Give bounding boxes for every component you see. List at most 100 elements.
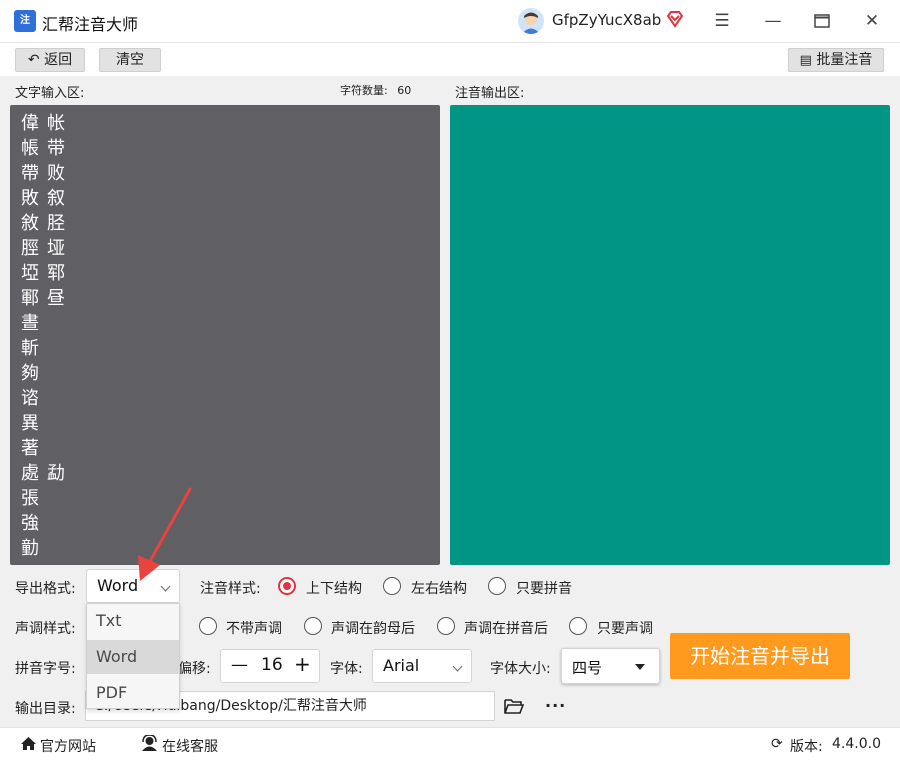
input-char: 強 — [21, 513, 39, 534]
radio-tone-only[interactable] — [569, 617, 587, 635]
input-char: 異 — [21, 413, 39, 434]
radio-pinyin-only-label: 只要拼音 — [516, 581, 572, 597]
offset-label: 偏移: — [178, 661, 211, 677]
input-char: 叙 — [47, 188, 65, 209]
font-value: Arial — [383, 656, 420, 675]
chevron-down-icon — [452, 661, 463, 672]
input-char: 勭 — [21, 538, 39, 559]
dropdown-arrow-icon — [635, 664, 645, 670]
input-char: 垭 — [47, 238, 65, 259]
menu-icon[interactable]: ☰ — [709, 8, 735, 34]
output-area-label: 注音输出区: — [455, 86, 525, 101]
font-size-select[interactable]: 四号 — [561, 648, 660, 684]
input-char: 帳 — [21, 138, 39, 159]
char-count-value: 60 — [397, 84, 412, 97]
input-char: 著 — [21, 438, 39, 459]
radio-top-bottom[interactable] — [278, 577, 296, 595]
input-char: 斬 — [21, 338, 39, 359]
official-website-link[interactable]: 官方网站 — [40, 736, 96, 756]
input-char: 埡 — [21, 263, 39, 284]
input-char: 偉 — [21, 113, 39, 134]
batch-annotate-label: 批量注音 — [816, 52, 873, 68]
version-label: 版本: — [790, 739, 823, 755]
minimize-icon[interactable]: — — [760, 8, 786, 34]
headset-icon — [142, 735, 157, 751]
clear-button[interactable]: 清空 — [99, 48, 161, 72]
radio-tone-after-final-label: 声调在韵母后 — [331, 621, 415, 637]
export-format-dropdown-list: Txt Word PDF — [86, 603, 180, 709]
input-char: 夠 — [21, 363, 39, 384]
export-option-txt[interactable]: Txt — [87, 604, 179, 638]
minus-icon[interactable]: — — [231, 655, 248, 675]
input-char: 敘 — [21, 213, 39, 234]
export-option-word[interactable]: Word — [87, 640, 179, 674]
refresh-icon[interactable]: ⟳ — [771, 736, 783, 752]
radio-left-right-label: 左右结构 — [411, 581, 467, 597]
input-char — [45, 411, 67, 436]
annotation-output-area[interactable] — [450, 105, 890, 565]
input-char: 郓 — [47, 263, 65, 284]
online-support-link[interactable]: 在线客服 — [162, 736, 218, 756]
font-size-value: 四号 — [572, 659, 603, 677]
radio-top-bottom-label: 上下结构 — [306, 581, 362, 597]
input-char: 敗 — [21, 188, 39, 209]
input-char: 胫 — [47, 213, 65, 234]
app-title: 汇帮注音大师 — [42, 15, 139, 34]
vip-diamond-icon[interactable] — [665, 9, 685, 29]
pinyin-size-label: 拼音字号: — [15, 661, 76, 677]
output-dir-label: 输出目录: — [15, 701, 76, 717]
folder-open-icon[interactable] — [504, 697, 524, 715]
home-icon — [21, 737, 36, 750]
char-count-label: 字符数量: — [340, 84, 388, 97]
radio-tone-only-label: 只要声调 — [597, 621, 653, 637]
radio-no-tone[interactable] — [199, 617, 217, 635]
input-char — [45, 486, 67, 511]
toolbar: ↶ 返回 清空 ▤ 批量注音 — [0, 42, 900, 76]
input-char: 败 — [47, 163, 65, 184]
avatar-icon — [522, 12, 540, 34]
tone-style-label: 声调样式: — [15, 621, 76, 637]
app-logo-icon: 注 — [14, 10, 36, 32]
input-char: 鄆 — [21, 288, 39, 309]
radio-no-tone-label: 不带声调 — [226, 621, 282, 637]
back-arrow-icon: ↶ — [27, 52, 40, 68]
close-icon[interactable]: ✕ — [859, 8, 885, 34]
offset-stepper[interactable]: — 16 + — [220, 649, 320, 683]
input-char — [45, 511, 67, 536]
input-char: 脛 — [21, 238, 39, 259]
text-column-2: 帐带败叙胫垭郓昼勐 — [45, 111, 67, 561]
font-select[interactable]: Arial — [372, 649, 472, 683]
annotation-arrow-icon — [138, 487, 192, 581]
plus-icon[interactable]: + — [294, 652, 311, 676]
input-char: 昼 — [47, 288, 65, 309]
input-char: 晝 — [21, 313, 39, 334]
document-icon: ▤ — [799, 53, 812, 68]
user-avatar[interactable] — [518, 8, 544, 34]
start-annotate-export-button[interactable]: 开始注音并导出 — [670, 633, 850, 679]
status-bar: 官方网站 在线客服 ⟳ 版本: 4.4.0.0 — [0, 727, 900, 760]
export-option-pdf[interactable]: PDF — [87, 676, 179, 710]
input-area-label: 文字输入区: — [15, 86, 85, 101]
batch-annotate-button[interactable]: ▤ 批量注音 — [788, 48, 884, 72]
offset-value: 16 — [261, 655, 283, 675]
input-char: 勐 — [47, 463, 65, 484]
radio-tone-after-final[interactable] — [304, 617, 322, 635]
radio-tone-after-pinyin[interactable] — [437, 617, 455, 635]
maximize-icon[interactable] — [809, 8, 835, 34]
input-char: 張 — [21, 488, 39, 509]
char-count: 字符数量: 60 — [340, 82, 411, 98]
input-char — [45, 386, 67, 411]
font-size-label: 字体大小: — [490, 661, 551, 677]
radio-pinyin-only[interactable] — [488, 577, 506, 595]
username[interactable]: GfpZyYucX8ab — [552, 11, 661, 29]
input-char — [45, 436, 67, 461]
radio-left-right[interactable] — [383, 577, 401, 595]
back-button[interactable]: ↶ 返回 — [15, 48, 85, 72]
version-value: 4.4.0.0 — [832, 736, 881, 752]
input-char: 處 — [21, 463, 39, 484]
more-options-icon[interactable]: ··· — [545, 696, 566, 715]
radio-tone-after-pinyin-label: 声调在拼音后 — [464, 621, 548, 637]
text-column-1: 偉帳帶敗敘脛埡鄆晝斬夠谘異著處張強勭 — [19, 111, 41, 561]
title-bar: 注 汇帮注音大师 GfpZyYucX8ab ☰ — ✕ — [0, 0, 900, 42]
text-input-area[interactable]: 偉帳帶敗敘脛埡鄆晝斬夠谘異著處張強勭 帐带败叙胫垭郓昼勐 — [10, 105, 440, 565]
